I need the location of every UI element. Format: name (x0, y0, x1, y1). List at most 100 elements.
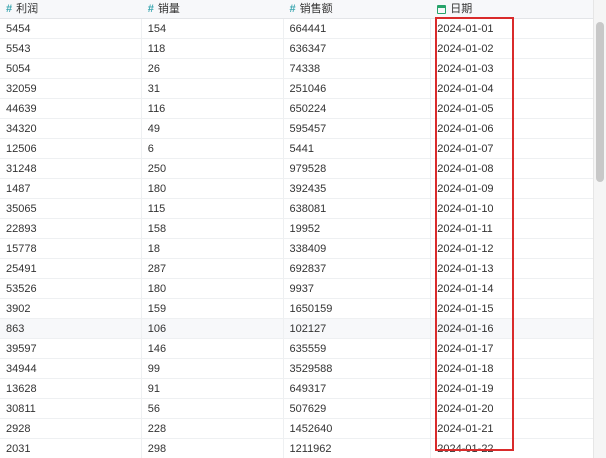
sales-amount-cell[interactable]: 1211962 (284, 438, 432, 458)
table-row[interactable]: 13628 91 649317 2024-01-19 (0, 378, 593, 399)
table-row[interactable]: 15778 18 338409 2024-01-12 (0, 238, 593, 259)
sales-volume-cell[interactable]: 115 (142, 198, 284, 219)
sales-amount-cell[interactable]: 9937 (284, 278, 432, 299)
sales-amount-cell[interactable]: 507629 (284, 398, 432, 419)
sales-amount-cell[interactable]: 5441 (284, 138, 432, 159)
profit-cell[interactable]: 34320 (0, 118, 142, 139)
sales-amount-cell[interactable]: 1452640 (284, 418, 432, 439)
date-cell[interactable]: 2024-01-14 (431, 279, 593, 299)
sales-volume-cell[interactable]: 106 (142, 318, 284, 339)
sales-volume-cell[interactable]: 99 (142, 358, 284, 379)
sales-amount-cell[interactable]: 692837 (284, 258, 432, 279)
profit-cell[interactable]: 22893 (0, 218, 142, 239)
profit-cell[interactable]: 2928 (0, 418, 142, 439)
sales-volume-cell[interactable]: 31 (142, 78, 284, 99)
date-cell[interactable]: 2024-01-19 (431, 379, 593, 399)
table-row[interactable]: 5543 118 636347 2024-01-02 (0, 38, 593, 59)
table-row[interactable]: 39597 146 635559 2024-01-17 (0, 338, 593, 359)
column-header-profit[interactable]: # 利润 (0, 0, 142, 18)
table-row[interactable]: 34944 99 3529588 2024-01-18 (0, 358, 593, 379)
date-cell[interactable]: 2024-01-16 (431, 319, 593, 339)
sales-volume-cell[interactable]: 298 (142, 438, 284, 458)
table-row[interactable]: 44639 116 650224 2024-01-05 (0, 98, 593, 119)
date-cell[interactable]: 2024-01-01 (431, 19, 593, 39)
column-header-sales-amount[interactable]: # 销售额 (284, 0, 432, 18)
column-header-date[interactable]: 日期 (431, 0, 593, 18)
table-row[interactable]: 2928 228 1452640 2024-01-21 (0, 418, 593, 439)
date-cell[interactable]: 2024-01-05 (431, 99, 593, 119)
date-cell[interactable]: 2024-01-22 (431, 439, 593, 458)
sales-amount-cell[interactable]: 74338 (284, 58, 432, 79)
profit-cell[interactable]: 30811 (0, 398, 142, 419)
profit-cell[interactable]: 35065 (0, 198, 142, 219)
date-cell[interactable]: 2024-01-06 (431, 119, 593, 139)
profit-cell[interactable]: 863 (0, 318, 142, 339)
profit-cell[interactable]: 5543 (0, 38, 142, 59)
date-cell[interactable]: 2024-01-10 (431, 199, 593, 219)
date-cell[interactable]: 2024-01-21 (431, 419, 593, 439)
profit-cell[interactable]: 53526 (0, 278, 142, 299)
table-row[interactable]: 5054 26 74338 2024-01-03 (0, 58, 593, 79)
sales-volume-cell[interactable]: 180 (142, 278, 284, 299)
profit-cell[interactable]: 2031 (0, 438, 142, 458)
sales-volume-cell[interactable]: 250 (142, 158, 284, 179)
profit-cell[interactable]: 12506 (0, 138, 142, 159)
sales-amount-cell[interactable]: 1650159 (284, 298, 432, 319)
sales-amount-cell[interactable]: 595457 (284, 118, 432, 139)
sales-amount-cell[interactable]: 102127 (284, 318, 432, 339)
date-cell[interactable]: 2024-01-17 (431, 339, 593, 359)
table-row[interactable]: 5454 154 664441 2024-01-01 (0, 18, 593, 39)
sales-amount-cell[interactable]: 19952 (284, 218, 432, 239)
sales-volume-cell[interactable]: 6 (142, 138, 284, 159)
sales-amount-cell[interactable]: 392435 (284, 178, 432, 199)
date-cell[interactable]: 2024-01-20 (431, 399, 593, 419)
profit-cell[interactable]: 3902 (0, 298, 142, 319)
sales-amount-cell[interactable]: 979528 (284, 158, 432, 179)
table-row[interactable]: 34320 49 595457 2024-01-06 (0, 118, 593, 139)
profit-cell[interactable]: 34944 (0, 358, 142, 379)
date-cell[interactable]: 2024-01-02 (431, 39, 593, 59)
column-header-sales-volume[interactable]: # 销量 (142, 0, 284, 18)
sales-amount-cell[interactable]: 3529588 (284, 358, 432, 379)
sales-amount-cell[interactable]: 650224 (284, 98, 432, 119)
date-cell[interactable]: 2024-01-11 (431, 219, 593, 239)
profit-cell[interactable]: 15778 (0, 238, 142, 259)
sales-amount-cell[interactable]: 664441 (284, 18, 432, 39)
sales-amount-cell[interactable]: 338409 (284, 238, 432, 259)
sales-volume-cell[interactable]: 56 (142, 398, 284, 419)
table-row[interactable]: 30811 56 507629 2024-01-20 (0, 398, 593, 419)
sales-volume-cell[interactable]: 154 (142, 18, 284, 39)
profit-cell[interactable]: 44639 (0, 98, 142, 119)
profit-cell[interactable]: 39597 (0, 338, 142, 359)
date-cell[interactable]: 2024-01-08 (431, 159, 593, 179)
profit-cell[interactable]: 5454 (0, 18, 142, 39)
sales-volume-cell[interactable]: 287 (142, 258, 284, 279)
sales-volume-cell[interactable]: 116 (142, 98, 284, 119)
table-row[interactable]: 12506 6 5441 2024-01-07 (0, 138, 593, 159)
date-cell[interactable]: 2024-01-03 (431, 59, 593, 79)
table-row[interactable]: 25491 287 692837 2024-01-13 (0, 258, 593, 279)
table-row[interactable]: 3902 159 1650159 2024-01-15 (0, 298, 593, 319)
sales-amount-cell[interactable]: 638081 (284, 198, 432, 219)
sales-volume-cell[interactable]: 146 (142, 338, 284, 359)
sales-amount-cell[interactable]: 636347 (284, 38, 432, 59)
sales-amount-cell[interactable]: 649317 (284, 378, 432, 399)
date-cell[interactable]: 2024-01-13 (431, 259, 593, 279)
profit-cell[interactable]: 13628 (0, 378, 142, 399)
profit-cell[interactable]: 32059 (0, 78, 142, 99)
sales-amount-cell[interactable]: 635559 (284, 338, 432, 359)
date-cell[interactable]: 2024-01-15 (431, 299, 593, 319)
table-row[interactable]: 2031 298 1211962 2024-01-22 (0, 438, 593, 458)
profit-cell[interactable]: 25491 (0, 258, 142, 279)
table-row[interactable]: 35065 115 638081 2024-01-10 (0, 198, 593, 219)
date-cell[interactable]: 2024-01-04 (431, 79, 593, 99)
table-row[interactable]: 863 106 102127 2024-01-16 (0, 318, 593, 339)
profit-cell[interactable]: 1487 (0, 178, 142, 199)
sales-volume-cell[interactable]: 118 (142, 38, 284, 59)
sales-volume-cell[interactable]: 158 (142, 218, 284, 239)
scrollbar-thumb[interactable] (596, 22, 604, 182)
sales-volume-cell[interactable]: 180 (142, 178, 284, 199)
vertical-scrollbar[interactable] (594, 0, 606, 458)
date-cell[interactable]: 2024-01-18 (431, 359, 593, 379)
sales-volume-cell[interactable]: 18 (142, 238, 284, 259)
